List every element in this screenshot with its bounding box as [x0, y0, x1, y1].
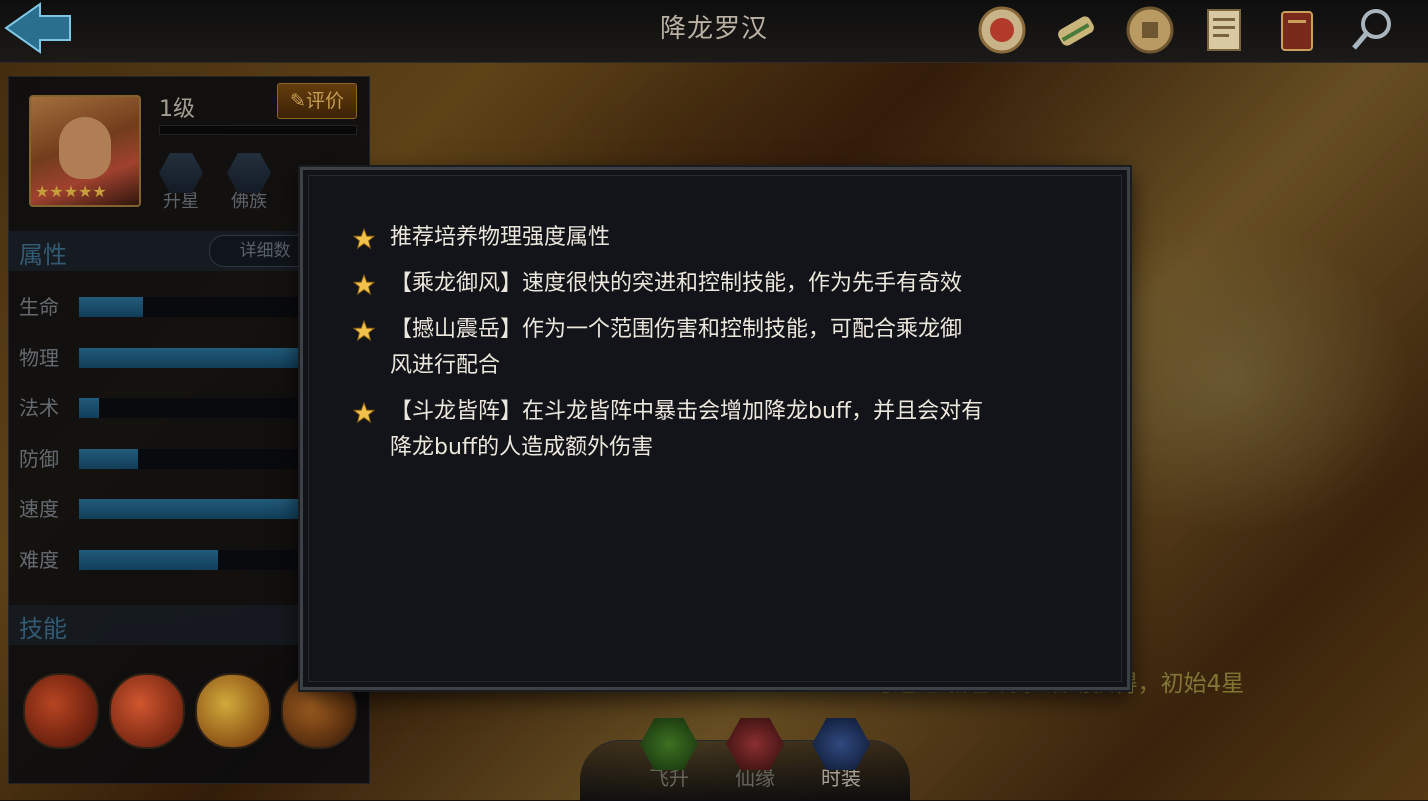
star-bullet-icon — [353, 228, 375, 250]
tip-text: 【斗龙皆阵】在斗龙皆阵中暴击会增加降龙buff，并且会对有 降龙buff的人造成额… — [390, 394, 1080, 466]
tip-line: 风进行配合 — [390, 353, 501, 378]
document-icon[interactable] — [1198, 4, 1250, 56]
tip-line: 【撼山震岳】作为一个范围伤害和控制技能，可配合乘龙御 — [390, 317, 963, 342]
magnifier-icon[interactable] — [1346, 4, 1398, 56]
star-bullet-icon — [353, 274, 375, 296]
tip-text: 推荐培养物理强度属性 — [390, 220, 1080, 256]
star-bullet-icon — [353, 320, 375, 342]
book-icon[interactable] — [1272, 4, 1324, 56]
tip-line: 推荐培养物理强度属性 — [390, 225, 611, 250]
star-bullet-icon — [353, 402, 375, 424]
coin-icon[interactable] — [1124, 4, 1176, 56]
tip-line: 【斗龙皆阵】在斗龙皆阵中暴击会增加降龙buff，并且会对有 — [390, 399, 984, 424]
top-bar: 降龙罗汉 — [0, 0, 1428, 63]
tip-line: 【乘龙御风】速度很快的突进和控制技能，作为先手有奇效 — [390, 271, 963, 296]
scroll-icon[interactable] — [1050, 4, 1102, 56]
tip-text: 【乘龙御风】速度很快的突进和控制技能，作为先手有奇效 — [390, 266, 1080, 302]
tip-line: 降龙buff的人造成额外伤害 — [390, 435, 654, 460]
tip-text: 【撼山震岳】作为一个范围伤害和控制技能，可配合乘龙御 风进行配合 — [390, 312, 1080, 384]
seal-icon[interactable] — [976, 4, 1028, 56]
training-tips-dialog: 推荐培养物理强度属性 【乘龙御风】速度很快的突进和控制技能，作为先手有奇效 【撼山震… — [300, 167, 1130, 690]
